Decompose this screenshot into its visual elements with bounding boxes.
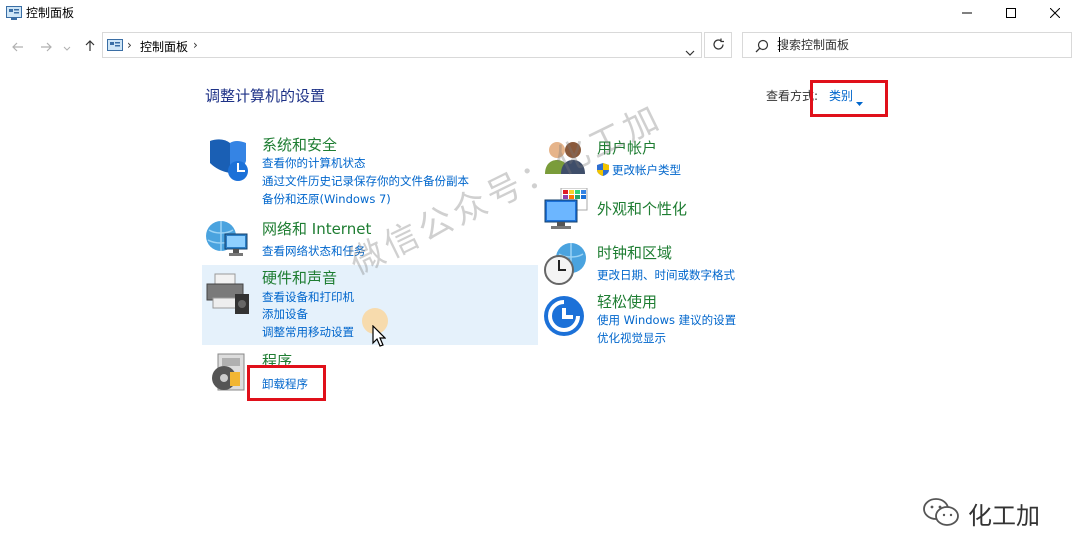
category-hardware-title[interactable]: 硬件和声音 — [262, 267, 337, 288]
refresh-button[interactable] — [704, 32, 732, 58]
search-box[interactable] — [742, 32, 1072, 58]
chevron-down-icon[interactable] — [685, 41, 695, 60]
minimize-button[interactable] — [944, 0, 990, 26]
maximize-icon — [1006, 8, 1016, 18]
breadcrumb-control-panel[interactable]: 控制面板 — [140, 38, 188, 55]
link-change-date-time-format[interactable]: 更改日期、时间或数字格式 — [597, 267, 735, 283]
control-panel-icon — [6, 5, 22, 20]
annotation-highlight-view-by — [810, 80, 888, 117]
link-devices-printers[interactable]: 查看设备和打印机 — [262, 289, 354, 305]
category-clock-region-title[interactable]: 时钟和区域 — [597, 242, 672, 263]
annotation-highlight-uninstall — [247, 365, 326, 401]
link-mobility-settings[interactable]: 调整常用移动设置 — [262, 324, 354, 340]
ease-of-access-icon[interactable] — [542, 294, 586, 342]
address-bar[interactable]: › 控制面板 › — [102, 32, 702, 58]
wechat-icon — [922, 497, 960, 531]
search-input[interactable] — [777, 36, 1057, 54]
category-ease-of-access-title[interactable]: 轻松使用 — [597, 291, 657, 312]
programs-disc-icon[interactable] — [210, 352, 246, 398]
link-view-computer-status[interactable]: 查看你的计算机状态 — [262, 155, 366, 171]
chevron-down-icon — [63, 37, 71, 56]
control-panel-small-icon — [107, 38, 123, 57]
link-optimize-visual-display[interactable]: 优化视觉显示 — [597, 330, 666, 346]
link-backup-restore[interactable]: 备份和还原(Windows 7) — [262, 191, 391, 207]
category-appearance-title[interactable]: 外观和个性化 — [597, 198, 687, 219]
title-bar: 控制面板 — [0, 0, 1080, 26]
arrow-left-icon — [12, 37, 24, 56]
link-change-account-type[interactable]: 更改帐户类型 — [612, 162, 681, 178]
recent-locations-button[interactable] — [60, 36, 74, 56]
brand-name: 化工加 — [968, 502, 1040, 530]
forward-button[interactable] — [36, 36, 56, 56]
window-title: 控制面板 — [26, 6, 75, 20]
link-add-device[interactable]: 添加设备 — [262, 306, 308, 322]
close-button[interactable] — [1032, 0, 1078, 26]
shield-icon[interactable] — [206, 137, 250, 187]
link-file-history-backup[interactable]: 通过文件历史记录保存你的文件备份副本 — [262, 173, 469, 189]
clock-globe-icon[interactable] — [543, 242, 589, 290]
close-icon — [1050, 8, 1060, 18]
page-title: 调整计算机的设置 — [205, 87, 326, 105]
minimize-icon — [962, 8, 972, 18]
link-windows-recommended-settings[interactable]: 使用 Windows 建议的设置 — [597, 312, 736, 328]
maximize-button[interactable] — [988, 0, 1034, 26]
network-globe-icon[interactable] — [205, 216, 251, 264]
mouse-pointer-icon — [372, 324, 387, 351]
arrow-up-icon — [85, 37, 95, 56]
appearance-monitor-icon[interactable] — [543, 187, 589, 236]
breadcrumb-separator-icon[interactable]: › — [193, 38, 198, 52]
refresh-icon — [712, 36, 725, 55]
back-button[interactable] — [8, 36, 28, 56]
search-icon — [755, 38, 769, 57]
printer-icon[interactable] — [205, 272, 253, 322]
category-system-security-title[interactable]: 系统和安全 — [262, 134, 337, 155]
text-caret — [779, 37, 780, 52]
arrow-right-icon — [40, 37, 52, 56]
breadcrumb-separator-icon[interactable]: › — [127, 38, 132, 52]
watermark-brand: 化工加 — [922, 496, 1040, 531]
up-button[interactable] — [80, 36, 100, 56]
